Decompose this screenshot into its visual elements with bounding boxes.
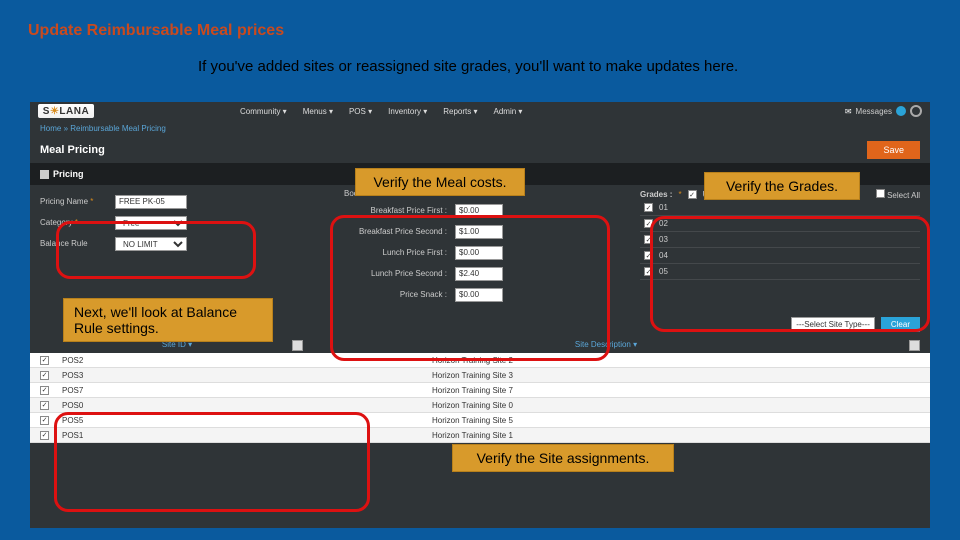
messages-label[interactable]: Messages [856, 107, 892, 116]
collapse-icon[interactable] [40, 170, 49, 179]
callout-sites: Verify the Site assignments. [452, 444, 674, 472]
row-id: POS3 [62, 371, 312, 380]
row-checkbox[interactable]: ✓ [40, 416, 49, 425]
main-menu: Community ▾ Menus ▾ POS ▾ Inventory ▾ Re… [234, 105, 528, 118]
grades-label: Grades : [640, 190, 672, 199]
menu-admin[interactable]: Admin ▾ [488, 105, 529, 118]
slide-subtitle: If you've added sites or reassigned site… [0, 40, 960, 85]
pricing-name-label: Pricing Name * [40, 197, 115, 206]
slide-title: Update Reimbursable Meal prices [0, 0, 960, 40]
highlight-meals [330, 215, 610, 361]
topbar: S☀LANA Community ▾ Menus ▾ POS ▾ Invento… [30, 102, 930, 120]
th-sort1-icon[interactable] [292, 340, 303, 351]
row-checkbox[interactable]: ✓ [40, 431, 49, 440]
grade-item: 01 [659, 203, 668, 212]
menu-reports[interactable]: Reports ▾ [437, 105, 483, 118]
breadcrumb[interactable]: Home » Reimbursable Meal Pricing [30, 120, 930, 137]
callout-balance: Next, we'll look at Balance Rule setting… [63, 298, 273, 342]
select-all-label: Select All [887, 191, 920, 200]
grade-checkbox[interactable]: ✓ [644, 203, 653, 212]
row-desc: Horizon Training Site 1 [312, 431, 920, 440]
callout-grades: Verify the Grades. [704, 172, 860, 200]
row-desc: Horizon Training Site 5 [312, 416, 920, 425]
highlight-sites [54, 412, 370, 512]
menu-menus[interactable]: Menus ▾ [297, 105, 339, 118]
save-button[interactable]: Save [867, 141, 920, 159]
page-title: Meal Pricing [40, 144, 105, 156]
table-row: ✓ POS7Horizon Training Site 7 [30, 383, 930, 398]
row-id: POS0 [62, 401, 312, 410]
row-desc: Horizon Training Site 0 [312, 401, 920, 410]
highlight-grades [650, 216, 930, 332]
pricing-name-input[interactable] [115, 195, 187, 209]
select-all-checkbox[interactable] [876, 189, 885, 198]
th-sort2-icon[interactable] [909, 340, 920, 351]
row-checkbox[interactable]: ✓ [40, 401, 49, 410]
menu-community[interactable]: Community ▾ [234, 105, 293, 118]
row-desc: Horizon Training Site 3 [312, 371, 920, 380]
gear-icon[interactable] [910, 105, 922, 117]
row-id: POS2 [62, 356, 312, 365]
row-checkbox[interactable]: ✓ [40, 356, 49, 365]
row-checkbox[interactable]: ✓ [40, 371, 49, 380]
menu-inventory[interactable]: Inventory ▾ [382, 105, 433, 118]
row-id: POS7 [62, 386, 312, 395]
logo: S☀LANA [38, 104, 94, 118]
table-row: ✓ POS0Horizon Training Site 0 [30, 398, 930, 413]
row-desc: Horizon Training Site 7 [312, 386, 920, 395]
menu-pos[interactable]: POS ▾ [343, 105, 378, 118]
daily-entry-checkbox[interactable]: ✓ [688, 190, 697, 199]
callout-costs: Verify the Meal costs. [355, 168, 525, 196]
table-row: ✓ POS3Horizon Training Site 3 [30, 368, 930, 383]
row-checkbox[interactable]: ✓ [40, 386, 49, 395]
messages-badge[interactable] [896, 106, 906, 116]
highlight-pricing [56, 221, 256, 279]
bf-first-label: Breakfast Price First : [340, 206, 455, 215]
